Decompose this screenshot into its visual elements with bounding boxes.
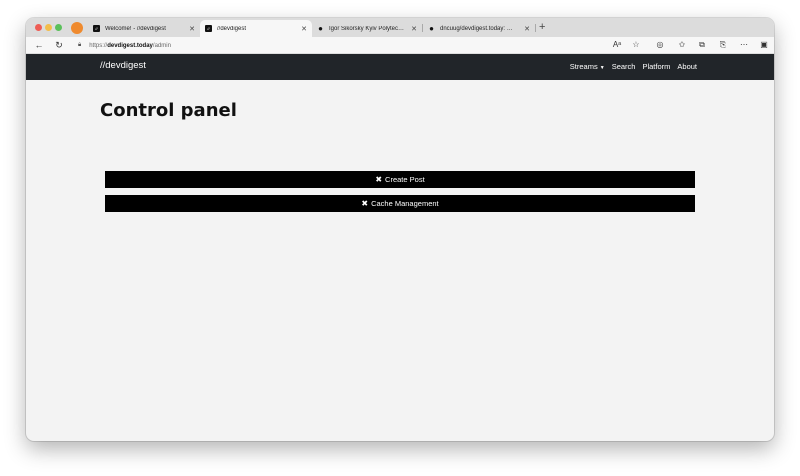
devdigest-icon: // xyxy=(205,25,212,32)
address-bar[interactable]: 🔒︎ https://devdigest.today/admin xyxy=(78,39,598,52)
tab-divider xyxy=(535,24,536,32)
url-text: https://devdigest.today/admin xyxy=(89,42,171,49)
favorites-icon[interactable]: ✩ xyxy=(675,38,689,52)
profile-avatar[interactable] xyxy=(71,22,83,34)
reload-icon[interactable]: ↻ xyxy=(52,38,66,52)
page-title: Control panel xyxy=(100,100,237,121)
nav-search-link[interactable]: Search xyxy=(612,62,636,71)
site-navbar: //devdigest Streams ▼ Search Platform Abo… xyxy=(26,54,774,80)
address-bar-row: ← ↻ 🔒︎ https://devdigest.today/admin Aᵃ … xyxy=(26,37,774,54)
button-label: Cache Management xyxy=(371,199,439,208)
nav-about-link[interactable]: About xyxy=(677,62,697,71)
collections-icon[interactable]: ⧉ xyxy=(695,38,709,52)
share-icon[interactable]: ⎘ xyxy=(716,38,730,52)
tab-close-icon[interactable]: ✕ xyxy=(189,25,195,33)
favorite-star-icon[interactable]: ☆ xyxy=(629,38,643,52)
tools-icon: ✖︎ xyxy=(375,175,383,184)
tab-github-devdigest[interactable]: ● dncuug/devdigest.today: 🇺🇦 Hi ✕ xyxy=(423,20,535,37)
button-label: Create Post xyxy=(385,175,425,184)
nav-platform-link[interactable]: Platform xyxy=(642,62,670,71)
extension-icon[interactable]: ◎ xyxy=(653,38,667,52)
browser-window: // Welcome! - //devdigest ✕ // //devdige… xyxy=(26,18,774,441)
site-nav-links: Streams ▼ Search Platform About xyxy=(570,62,697,71)
caret-down-icon: ▼ xyxy=(599,65,605,71)
cache-management-button[interactable]: ✖︎ Cache Management xyxy=(105,195,695,212)
tab-close-icon[interactable]: ✕ xyxy=(301,25,307,33)
read-aloud-icon[interactable]: Aᵃ xyxy=(610,38,624,52)
window-minimize-button[interactable] xyxy=(45,24,52,31)
tab-title: Igor Sikorsky Kyiv Polytechnic I xyxy=(329,25,408,32)
create-post-button[interactable]: ✖︎ Create Post xyxy=(105,171,695,188)
tab-strip: // Welcome! - //devdigest ✕ // //devdige… xyxy=(26,18,774,37)
new-tab-button[interactable]: + xyxy=(539,21,545,34)
tab-title: //devdigest xyxy=(217,25,247,32)
window-close-button[interactable] xyxy=(35,24,42,31)
nav-streams-dropdown[interactable]: Streams ▼ xyxy=(570,62,605,71)
more-options-icon[interactable]: ⋯ xyxy=(737,38,751,52)
window-maximize-button[interactable] xyxy=(55,24,62,31)
back-arrow-icon[interactable]: ← xyxy=(32,38,46,52)
sidebar-toggle-icon[interactable]: ▣ xyxy=(757,38,771,52)
github-icon: ● xyxy=(318,24,323,33)
tab-github-kpi[interactable]: ● Igor Sikorsky Kyiv Polytechnic I ✕ xyxy=(312,20,422,37)
site-brand-link[interactable]: //devdigest xyxy=(100,60,146,71)
github-icon: ● xyxy=(429,24,434,33)
tools-icon: ✖︎ xyxy=(361,199,369,208)
tab-close-icon[interactable]: ✕ xyxy=(411,25,417,33)
tab-close-icon[interactable]: ✕ xyxy=(524,25,530,33)
lock-icon: 🔒︎ xyxy=(78,42,82,48)
tab-devdigest[interactable]: // //devdigest ✕ xyxy=(200,20,312,37)
tab-title: dncuug/devdigest.today: 🇺🇦 Hi xyxy=(440,26,521,32)
tab-welcome[interactable]: // Welcome! - //devdigest ✕ xyxy=(88,20,200,37)
devdigest-icon: // xyxy=(93,25,100,32)
tab-title: Welcome! - //devdigest xyxy=(105,25,166,32)
